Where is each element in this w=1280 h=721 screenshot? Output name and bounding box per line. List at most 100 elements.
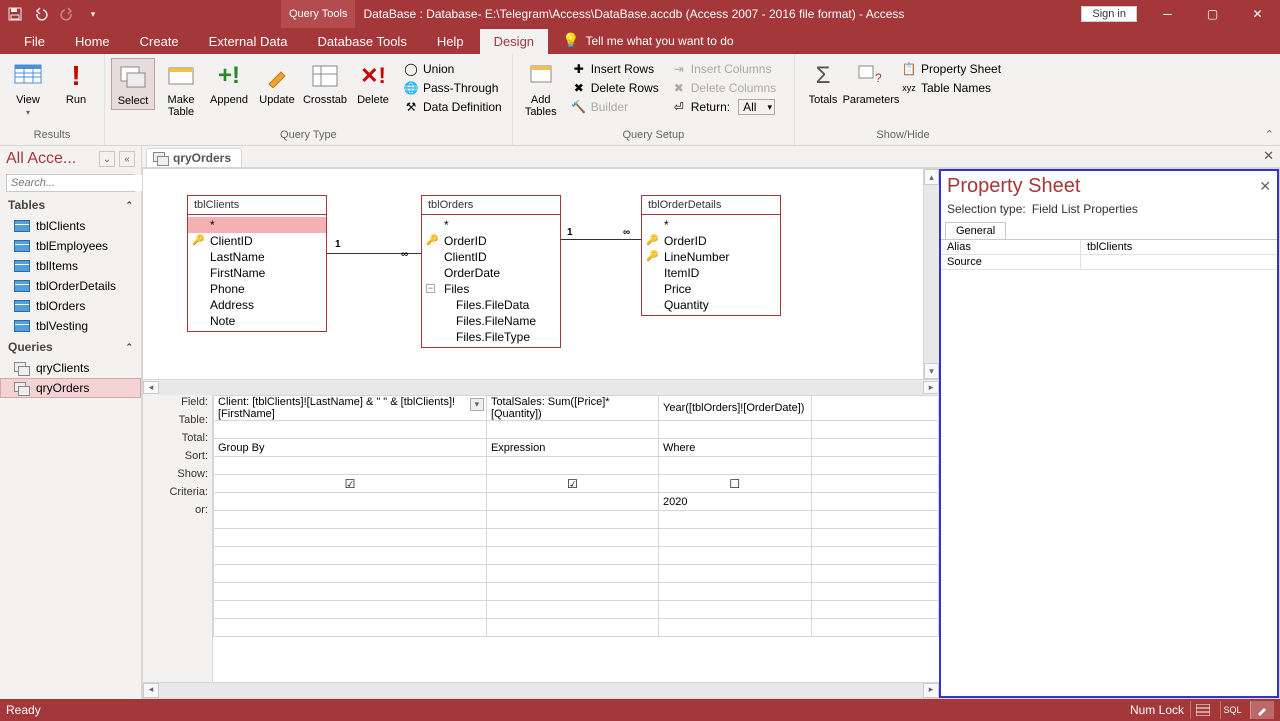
qbe-cell[interactable]: ☑ — [214, 475, 487, 493]
field-item[interactable]: FirstName — [188, 265, 326, 281]
design-view-button[interactable] — [1250, 701, 1274, 719]
undo-icon[interactable] — [30, 3, 52, 25]
qbe-cell[interactable] — [486, 547, 658, 565]
qbe-cell[interactable] — [811, 547, 938, 565]
qbe-cell[interactable] — [811, 396, 938, 421]
tab-home[interactable]: Home — [61, 29, 124, 54]
nav-item-query[interactable]: qryClients — [0, 358, 141, 378]
nav-search[interactable]: 🔍 — [6, 174, 135, 192]
qbe-cell[interactable] — [486, 457, 658, 475]
qbe-cell[interactable] — [214, 565, 487, 583]
field-item[interactable]: * — [422, 217, 560, 233]
add-tables-button[interactable]: Add Tables — [519, 58, 563, 120]
qbe-cell[interactable] — [659, 457, 812, 475]
totals-button[interactable]: Σ Totals — [801, 58, 845, 108]
maximize-icon[interactable]: ▢ — [1190, 0, 1235, 28]
qbe-cell[interactable] — [811, 493, 938, 511]
qbe-cell[interactable]: Year([tblOrders]![OrderDate]) — [659, 396, 812, 421]
qbe-cell[interactable] — [214, 457, 487, 475]
collapse-icon[interactable]: − — [426, 284, 435, 293]
nav-item-table[interactable]: tblItems — [0, 256, 141, 276]
nav-item-table[interactable]: tblClients — [0, 216, 141, 236]
field-item[interactable]: Price — [642, 281, 780, 297]
field-item[interactable]: 🔑ClientID — [188, 233, 326, 249]
table-box-tblorderdetails[interactable]: tblOrderDetails *🔑OrderID🔑LineNumberItem… — [641, 195, 781, 316]
table-box-tblclients[interactable]: tblClients *🔑ClientIDLastNameFirstNamePh… — [187, 195, 327, 332]
field-item[interactable]: Files.FileName — [422, 313, 560, 329]
nav-item-table[interactable]: tblOrders — [0, 296, 141, 316]
tab-help[interactable]: Help — [423, 29, 478, 54]
qbe-cell[interactable] — [811, 601, 938, 619]
run-button[interactable]: ! Run — [54, 58, 98, 108]
nav-dropdown-icon[interactable]: ⌄ — [99, 151, 115, 167]
qbe-cell[interactable] — [486, 421, 658, 439]
checkbox-icon[interactable]: ☑ — [567, 477, 578, 491]
property-row[interactable]: AliastblClients — [941, 240, 1277, 255]
close-document-icon[interactable]: ✕ — [1263, 148, 1274, 164]
builder-button[interactable]: 🔨Builder — [567, 98, 663, 116]
qbe-cell[interactable] — [811, 529, 938, 547]
document-tab[interactable]: qryOrders — [146, 148, 242, 167]
qbe-cell[interactable] — [811, 565, 938, 583]
field-item[interactable]: * — [642, 217, 780, 233]
field-item[interactable]: ItemID — [642, 265, 780, 281]
nav-collapse-icon[interactable]: « — [119, 151, 135, 167]
qbe-cell[interactable] — [659, 583, 812, 601]
qbe-horizontal-scrollbar[interactable]: ◂▸ — [143, 682, 939, 698]
qbe-cell[interactable] — [214, 601, 487, 619]
field-item[interactable]: Files.FileData — [422, 297, 560, 313]
qbe-cell[interactable] — [659, 547, 812, 565]
parameters-button[interactable]: ? Parameters — [849, 58, 893, 108]
qbe-cell[interactable] — [214, 529, 487, 547]
qbe-cell[interactable] — [214, 583, 487, 601]
qbe-cell[interactable] — [659, 565, 812, 583]
redo-icon[interactable] — [56, 3, 78, 25]
field-item[interactable]: Files.FileType — [422, 329, 560, 345]
pass-through-button[interactable]: 🌐Pass-Through — [399, 79, 506, 97]
field-item[interactable]: 🔑OrderID — [422, 233, 560, 249]
update-button[interactable]: Update — [255, 58, 299, 108]
checkbox-icon[interactable]: ☐ — [729, 477, 740, 491]
qbe-cell[interactable] — [659, 421, 812, 439]
qbe-cell[interactable] — [811, 511, 938, 529]
nav-group-tables[interactable]: Tables⌃ — [0, 194, 141, 216]
qbe-cell[interactable] — [214, 421, 487, 439]
view-button[interactable]: View ▾ — [6, 58, 50, 119]
horizontal-scrollbar[interactable]: ◂▸ — [143, 379, 939, 395]
select-query-button[interactable]: Select — [111, 58, 155, 110]
qbe-cell[interactable]: ☑ — [486, 475, 658, 493]
field-item[interactable]: ClientID — [422, 249, 560, 265]
nav-item-table[interactable]: tblOrderDetails — [0, 276, 141, 296]
sql-view-button[interactable]: SQL — [1220, 701, 1244, 719]
nav-group-queries[interactable]: Queries⌃ — [0, 336, 141, 358]
qbe-cell[interactable] — [486, 601, 658, 619]
qbe-cell[interactable] — [486, 493, 658, 511]
qbe-cell[interactable] — [811, 421, 938, 439]
field-item[interactable]: −Files — [422, 281, 560, 297]
datasheet-view-button[interactable] — [1190, 701, 1214, 719]
field-item[interactable]: * — [188, 217, 326, 233]
close-property-sheet-icon[interactable]: ✕ — [1259, 178, 1271, 195]
qbe-cell[interactable]: Expression — [486, 439, 658, 457]
tab-database-tools[interactable]: Database Tools — [303, 29, 420, 54]
qbe-cell[interactable] — [486, 565, 658, 583]
nav-item-table[interactable]: tblEmployees — [0, 236, 141, 256]
qbe-cell[interactable] — [486, 583, 658, 601]
insert-rows-button[interactable]: ✚Insert Rows — [567, 60, 663, 78]
close-icon[interactable]: ✕ — [1235, 0, 1280, 28]
search-input[interactable] — [7, 175, 158, 191]
field-item[interactable]: 🔑LineNumber — [642, 249, 780, 265]
qbe-cell[interactable] — [214, 619, 487, 637]
qbe-columns[interactable]: Client: [tblClients]![LastName] & " " & … — [213, 395, 939, 682]
qbe-cell[interactable]: TotalSales: Sum([Price]*[Quantity]) — [486, 396, 658, 421]
table-box-tblorders[interactable]: tblOrders *🔑OrderIDClientIDOrderDate−Fil… — [421, 195, 561, 348]
qbe-cell[interactable] — [811, 475, 938, 493]
qbe-cell[interactable] — [659, 529, 812, 547]
qbe-cell[interactable]: 2020 — [659, 493, 812, 511]
field-item[interactable]: LastName — [188, 249, 326, 265]
property-row[interactable]: Source — [941, 255, 1277, 270]
qbe-cell[interactable]: Group By — [214, 439, 487, 457]
field-item[interactable]: OrderDate — [422, 265, 560, 281]
crosstab-button[interactable]: Crosstab — [303, 58, 347, 108]
field-item[interactable]: 🔑OrderID — [642, 233, 780, 249]
